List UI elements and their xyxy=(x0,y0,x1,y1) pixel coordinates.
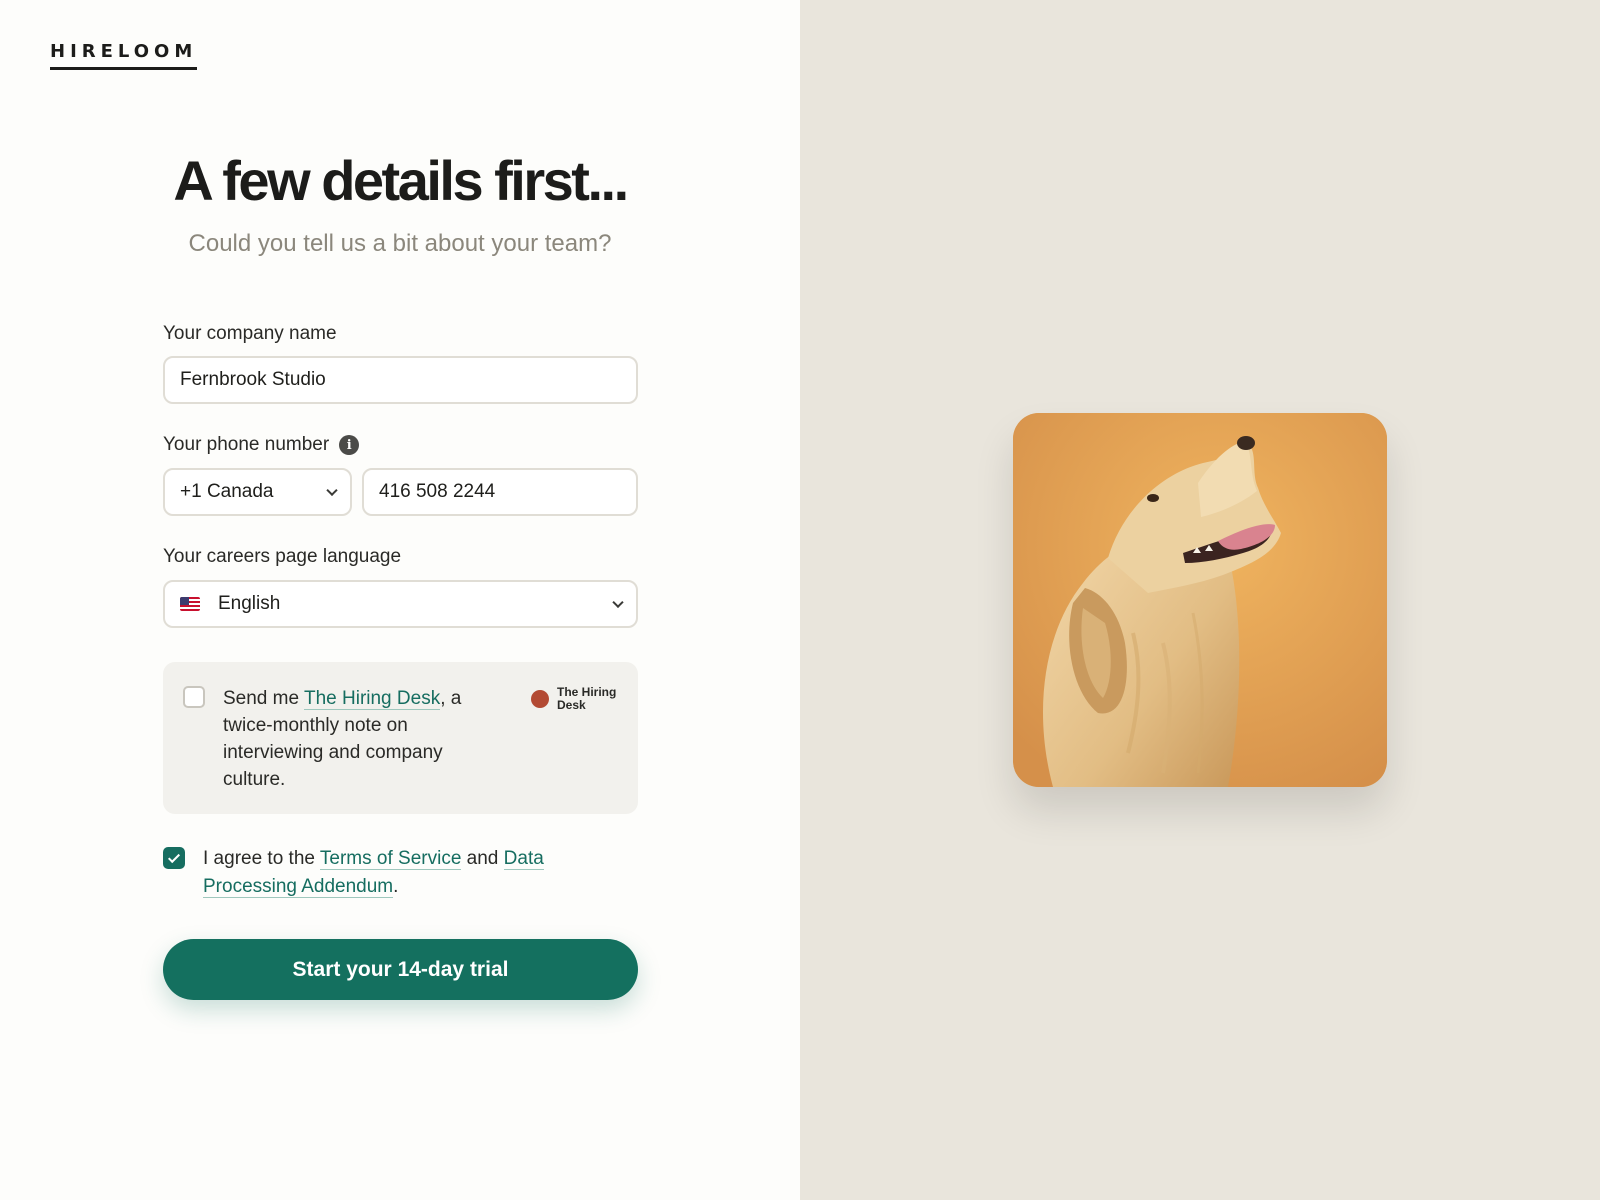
page-subtitle: Could you tell us a bit about your team? xyxy=(188,230,612,257)
agree-terms-text: I agree to the Terms of Service and Data… xyxy=(203,845,603,901)
language-label-text: Your careers page language xyxy=(163,546,402,567)
start-trial-button[interactable]: Start your 14-day trial xyxy=(163,939,638,1000)
language-label: Your careers page language xyxy=(163,546,401,568)
golden-retriever-photo xyxy=(1013,413,1387,787)
brand-logo[interactable]: HIRELOOM xyxy=(50,41,198,70)
agree-terms-checkbox[interactable] xyxy=(163,847,185,869)
terms-of-service-link[interactable]: Terms of Service xyxy=(319,848,462,870)
company-name-value: Fernbrook Studio xyxy=(180,369,326,390)
chevron-down-icon xyxy=(326,484,338,497)
agree-text-middle: and xyxy=(461,848,504,869)
us-flag-icon xyxy=(180,597,200,611)
agree-text-before: I agree to the xyxy=(203,848,320,869)
hiring-desk-badge: The Hiring Desk xyxy=(531,686,627,712)
hiring-desk-link[interactable]: The Hiring Desk xyxy=(303,688,441,710)
hiring-desk-badge-label: The Hiring Desk xyxy=(557,685,617,712)
newsletter-optin-card: Send me The Hiring Desk, a twice-monthly… xyxy=(163,662,638,814)
chevron-down-icon xyxy=(612,596,624,609)
company-name-label-text: Your company name xyxy=(163,323,337,344)
agree-text-after: . xyxy=(393,876,399,897)
newsletter-text: Send me The Hiring Desk, a twice-monthly… xyxy=(223,685,478,793)
language-select[interactable]: English xyxy=(163,580,638,628)
checkmark-icon xyxy=(167,850,181,863)
newsletter-checkbox[interactable] xyxy=(183,686,205,708)
phone-label-text: Your phone number xyxy=(163,434,330,455)
phone-label: Your phone number i xyxy=(163,434,360,456)
newsletter-text-before: Send me xyxy=(223,688,304,709)
country-code-select[interactable]: +1 Canada xyxy=(163,468,352,516)
country-code-value: +1 Canada xyxy=(180,481,274,502)
hiring-desk-logo-icon xyxy=(531,690,549,708)
language-value: English xyxy=(218,593,281,614)
company-name-label: Your company name xyxy=(163,323,337,345)
info-icon[interactable]: i xyxy=(339,435,360,455)
phone-number-value: 416 508 2244 xyxy=(379,481,496,502)
form-panel: HIRELOOM A few details first... Could yo… xyxy=(0,0,800,1200)
page-title: A few details first... xyxy=(173,149,629,212)
company-name-input[interactable]: Fernbrook Studio xyxy=(163,356,638,404)
phone-number-input[interactable]: 416 508 2244 xyxy=(362,468,638,516)
